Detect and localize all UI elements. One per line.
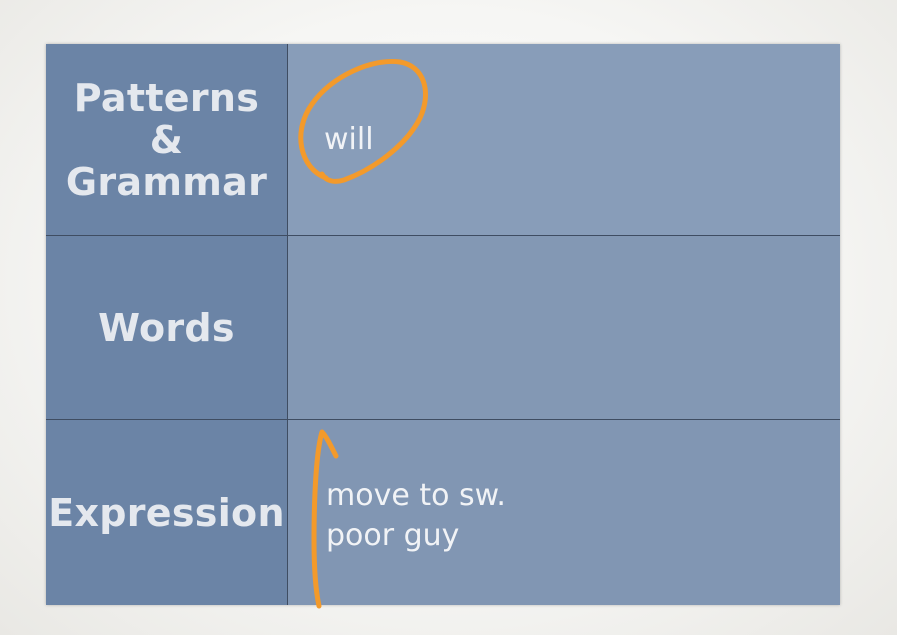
note-expression-list: move to sw. poor guy (326, 476, 506, 556)
row-content-cell: will (288, 44, 840, 235)
table-row-patterns-grammar: Patterns & Grammar will (46, 44, 840, 235)
note-poor-guy: poor guy (326, 518, 460, 553)
row-content-cell: move to sw. poor guy (288, 419, 840, 605)
row-label-cell: Words (46, 235, 288, 419)
row-label-cell: Expression (46, 419, 288, 605)
row-content-cell (288, 235, 840, 419)
table-row-expression: Expression move to sw. poor guy (46, 419, 840, 605)
grammar-table: Patterns & Grammar will Words Expression… (46, 44, 840, 605)
table-row-words: Words (46, 235, 840, 419)
note-will: will (324, 122, 374, 157)
row-label-words: Words (98, 305, 235, 350)
row-label-patterns-grammar: Patterns & Grammar (65, 75, 268, 204)
note-move-to-sw: move to sw. (326, 478, 506, 513)
row-label-expression: Expression (48, 490, 285, 535)
row-label-cell: Patterns & Grammar (46, 44, 288, 235)
